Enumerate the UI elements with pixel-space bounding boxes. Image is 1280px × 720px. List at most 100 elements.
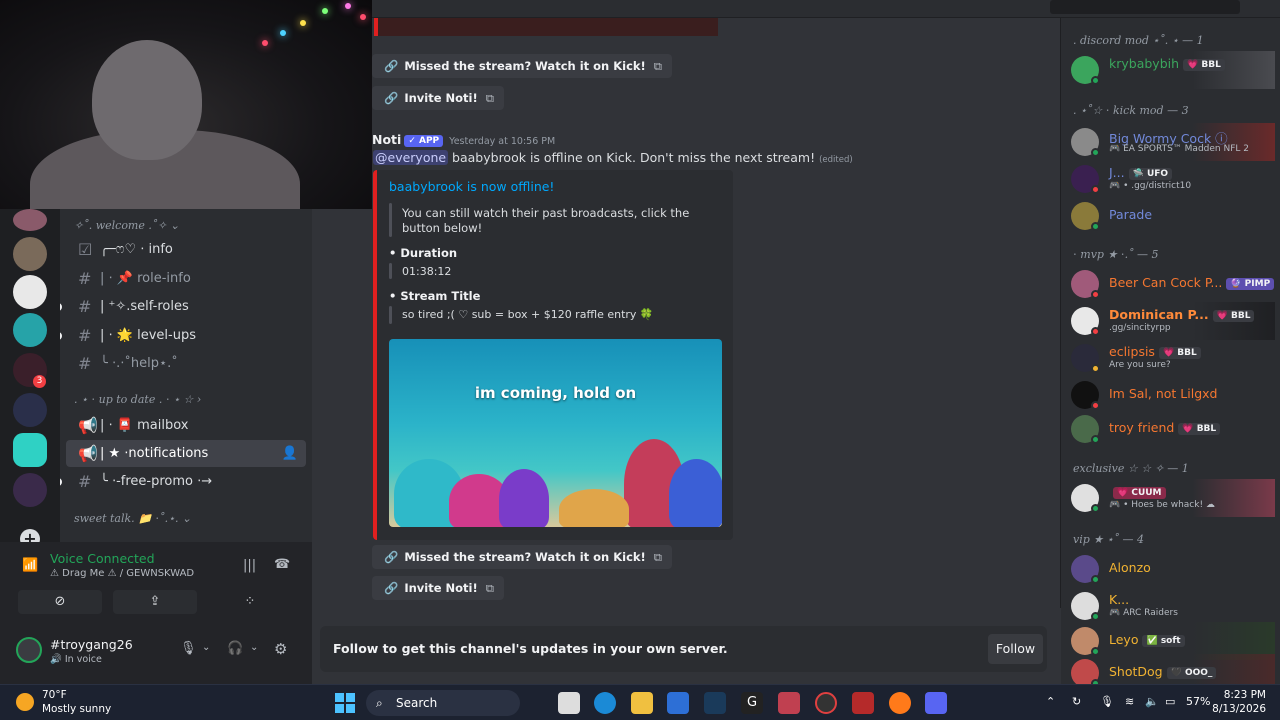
embed-title[interactable]: baabybrook is now offline! [389, 179, 554, 194]
member-item[interactable]: Im Sal, not Lilgxd [1069, 376, 1275, 414]
weather-temp: 70°F [42, 689, 67, 701]
discord-icon[interactable] [925, 692, 947, 714]
weather-icon[interactable] [16, 693, 34, 711]
watch-kick-button[interactable]: 🔗 Missed the stream? Watch it on Kick! ⧉ [372, 54, 673, 78]
gear-icon[interactable]: ⚙ [274, 640, 287, 658]
wifi-icon[interactable]: ≋ [1125, 695, 1134, 708]
category-sweet-talk[interactable]: sweet talk. 📁 ⋅˚.⋆. ⌄ [74, 512, 191, 525]
hash-icon: # [78, 297, 92, 316]
member-name: 💗 CUUM [1109, 484, 1166, 499]
channel-free-promo[interactable]: # ╰ ⋅-free-promo ⋅→ [60, 468, 306, 495]
disconnect-icon[interactable]: ☎ [274, 557, 290, 572]
server-icon[interactable] [13, 313, 47, 347]
chevron-down-icon[interactable]: ⌄ [202, 642, 210, 653]
store-icon[interactable] [667, 692, 689, 714]
member-item[interactable]: krybabybih 💗 BBL [1069, 51, 1275, 89]
stream-thumbnail[interactable]: im coming, hold on [389, 339, 722, 527]
server-icon[interactable] [13, 237, 47, 271]
invite-icon[interactable]: 👤 [282, 446, 298, 461]
unread-indicator [60, 477, 62, 486]
folder-icon[interactable] [631, 692, 653, 714]
taskbar-search[interactable]: ⌕ Search [366, 690, 520, 716]
refresh-icon[interactable]: ↻ [1072, 695, 1081, 708]
steam-icon[interactable] [704, 692, 726, 714]
category-up-to-date[interactable]: . ⋆ ⋅ up to date . ⋅ ⋆ ☆ › [74, 393, 201, 406]
member-item[interactable]: Beer Can Cock P... 🔮 PIMP [1069, 265, 1275, 303]
status-indicator [1091, 327, 1100, 336]
edge-icon[interactable] [594, 692, 616, 714]
member-item[interactable]: Dominican P... 💗 BBL .gg/sincityrpp [1069, 302, 1275, 340]
embed: baabybrook is now offline! You can still… [373, 170, 733, 540]
channel-label: | ⋅ 🌟 level-ups [100, 328, 196, 343]
external-link-icon: ⧉ [653, 58, 663, 73]
avatar[interactable] [16, 637, 42, 663]
channel-role-info[interactable]: # | ⋅ 📌 role-info [66, 265, 306, 292]
server-icon[interactable] [13, 209, 47, 231]
member-item[interactable]: ShotDog 🖤 OOO_ [1069, 654, 1275, 684]
external-link-icon: ⧉ [485, 580, 494, 595]
activities-button[interactable]: ⁘ [208, 590, 292, 614]
voice-location[interactable]: ⚠ Drag Me ⚠ / GEWNSKWAD [50, 568, 194, 579]
volume-icon[interactable]: 🔈 [1145, 695, 1159, 708]
voice-panel: 📶 Voice Connected ⚠ Drag Me ⚠ / GEWNSKWA… [0, 542, 312, 684]
timestamp[interactable]: Yesterday at 10:56 PM [449, 136, 555, 147]
member-item[interactable]: 💗 CUUM 🎮 • Hoes be whack! ☁ [1069, 479, 1275, 517]
server-icon[interactable] [13, 393, 47, 427]
firefox-icon[interactable] [889, 692, 911, 714]
server-icon[interactable] [13, 473, 47, 507]
app-icon[interactable] [852, 692, 874, 714]
follow-button[interactable]: Follow [988, 634, 1043, 664]
username[interactable]: #troygang26 [50, 637, 133, 652]
member-item[interactable]: Big Wormy Cock ⓘ 🎮 EA SPORTS™ Madden NFL… [1069, 123, 1275, 161]
weather-widget[interactable]: 70°F Mostly sunny [42, 688, 111, 716]
quote-bar [389, 306, 392, 324]
channel-notifications[interactable]: 📢 | ★ ⋅notifications 👤 [66, 440, 306, 467]
app-icon[interactable]: G [741, 692, 763, 714]
member-item[interactable]: troy friend 💗 BBL [1069, 410, 1275, 448]
channel-label: ╰ ⋅.⋅˚help⋆.˚ [100, 356, 178, 371]
status-indicator [1091, 222, 1100, 231]
signal-icon[interactable]: 📶 [22, 558, 38, 573]
link-icon: 🔗 [384, 550, 399, 564]
channel-level-ups[interactable]: # | ⋅ 🌟 level-ups [60, 322, 306, 349]
member-activity: 🎮 ARC Raiders [1109, 608, 1178, 618]
server-icon[interactable] [13, 275, 47, 309]
invite-noti-button[interactable]: 🔗 Invite Noti! ⧉ [372, 86, 504, 110]
microphone-icon[interactable]: 🎙 [1100, 695, 1114, 708]
category-welcome[interactable]: ✧˚. welcome .˚✧ ⌄ [74, 219, 179, 232]
clock-date: 8/13/2026 [1212, 703, 1266, 715]
header-search-input[interactable] [1050, 0, 1240, 14]
channel-help[interactable]: # ╰ ⋅.⋅˚help⋆.˚ [66, 350, 306, 377]
channel-mailbox[interactable]: 📢 | ⋅ 📮 mailbox [66, 412, 306, 439]
app-icon[interactable] [778, 692, 800, 714]
server-icon[interactable] [13, 433, 47, 467]
channel-self-roles[interactable]: # | ⁺✧.self-roles [60, 293, 306, 320]
coral-shape [669, 459, 722, 527]
microphone-icon[interactable]: 🎙 [180, 641, 197, 656]
voice-status[interactable]: Voice Connected [50, 551, 155, 566]
member-item[interactable]: Alonzo [1069, 550, 1275, 588]
member-item[interactable]: Parade [1069, 197, 1275, 235]
headphones-icon[interactable]: 🎧 [227, 641, 243, 656]
channel-info[interactable]: ☑ ╭─ෆ♡ ⋅ info [66, 236, 306, 263]
invite-noti-button[interactable]: 🔗 Invite Noti! ⧉ [372, 576, 504, 600]
author-name[interactable]: Noti [372, 132, 401, 147]
watch-kick-button[interactable]: 🔗 Missed the stream? Watch it on Kick! ⧉ [372, 545, 673, 569]
member-item[interactable]: K... 🎮 ARC Raiders [1069, 587, 1275, 625]
screen-share-button[interactable]: ⇪ [113, 590, 197, 614]
noise-suppression-icon[interactable]: ||| [243, 558, 256, 573]
mention[interactable]: @everyone [373, 150, 449, 165]
file-icon[interactable] [558, 692, 580, 714]
camera-button[interactable]: ⊘ [18, 590, 102, 614]
battery-icon[interactable]: ▭ [1165, 695, 1175, 708]
member-tag: 🔮 PIMP [1226, 278, 1275, 290]
start-button[interactable] [335, 693, 355, 713]
thumbnail-caption: im coming, hold on [474, 384, 637, 402]
clock[interactable]: 8:23 PM 8/13/2026 [1212, 688, 1266, 716]
member-item[interactable]: J... 🛸 UFO 🎮 • .gg/district10 [1069, 160, 1275, 198]
member-item[interactable]: eclipsis 💗 BBL Are you sure? [1069, 339, 1275, 377]
channel-label: | ⁺✧.self-roles [100, 299, 189, 314]
chevron-down-icon[interactable]: ⌄ [250, 642, 258, 653]
chevron-up-icon[interactable]: ⌃ [1046, 695, 1055, 708]
app-icon[interactable] [815, 692, 837, 714]
